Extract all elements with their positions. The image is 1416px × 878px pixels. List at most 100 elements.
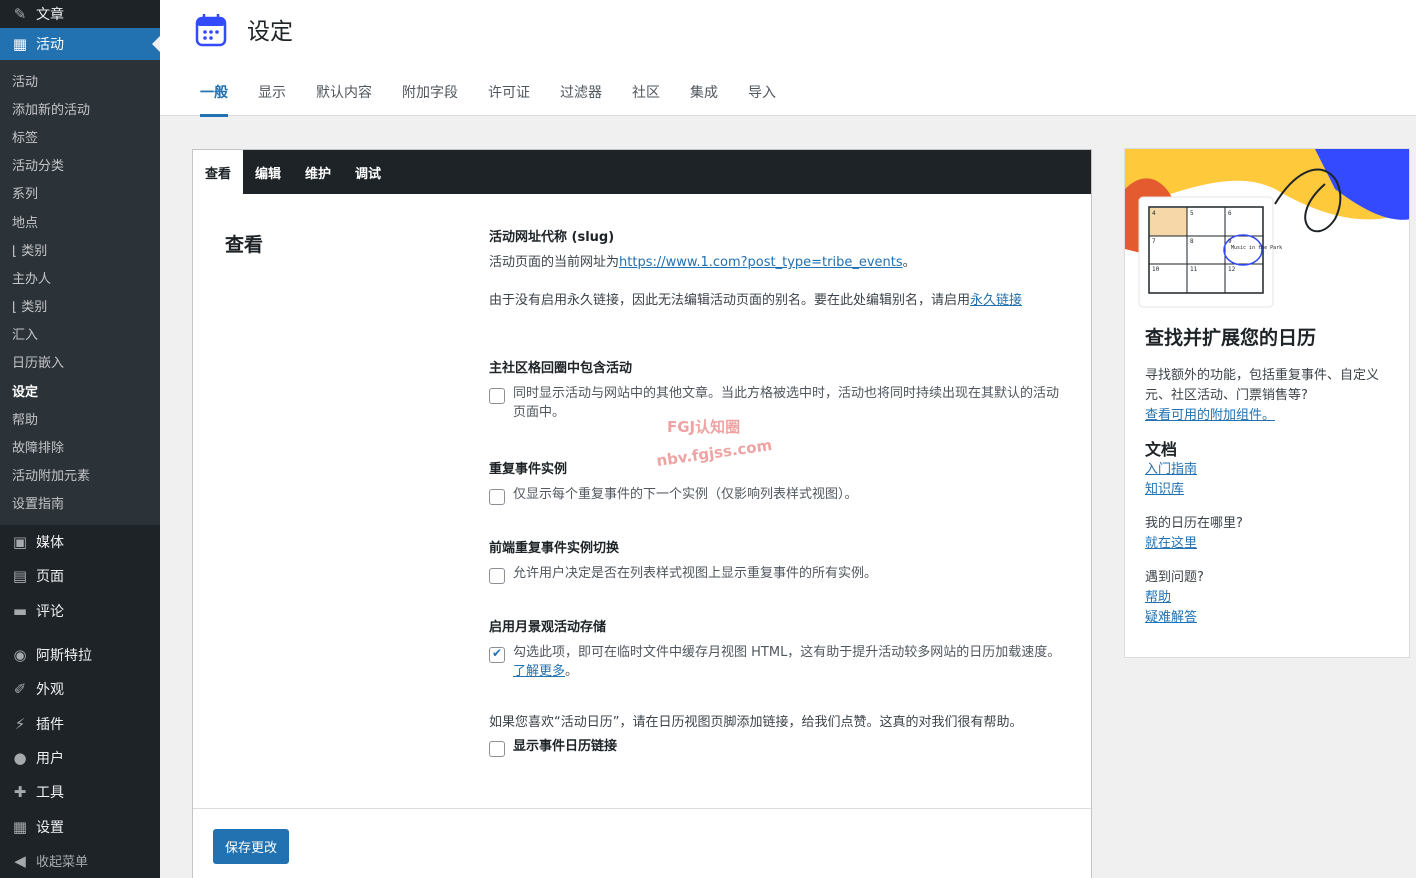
- submenu-item-help[interactable]: 帮助: [0, 404, 160, 432]
- slug-label: 活动网址代称 (slug): [489, 230, 615, 245]
- section-title: 查看: [225, 234, 264, 256]
- tab-licenses[interactable]: 许可证: [488, 82, 530, 117]
- slug-description: 活动页面的当前网址为https://www.1.com?post_type=tr…: [489, 255, 916, 270]
- subtab-debugging[interactable]: 调试: [343, 150, 393, 194]
- submenu-item-tags[interactable]: 标签: [0, 122, 160, 150]
- tab-filters[interactable]: 过滤器: [560, 82, 602, 117]
- learn-more-link[interactable]: 了解更多: [513, 664, 565, 679]
- plugin-icon: ⚡: [14, 714, 26, 733]
- troubleshoot-link[interactable]: 疑难解答: [1145, 610, 1197, 625]
- collapse-label: 收起菜单: [36, 855, 89, 871]
- main-loop-text: 同时显示活动与网站中的其他文章。当此方格被选中时，活动也将同时持续出现在其默认的…: [513, 386, 1060, 420]
- tab-default-content[interactable]: 默认内容: [316, 82, 372, 117]
- sidebar-item-label: 插件: [36, 716, 64, 733]
- credit-note: 如果您喜欢“活动日历”，请在日历视图页脚添加链接，给我们点赞。这真的对我们很有帮…: [489, 715, 1023, 730]
- events-submenu: 活动 添加新的活动 标签 活动分类 系列 地点 ⌊ 类别 主办人 ⌊ 类别 汇入…: [0, 60, 160, 525]
- submenu-item-addons[interactable]: 活动附加元素: [0, 461, 160, 489]
- collapse-icon: ◀: [14, 851, 26, 870]
- media-icon: ▣: [12, 533, 28, 552]
- submenu-item-venue-categories[interactable]: ⌊ 类别: [0, 235, 160, 263]
- submenu-item-troubleshooting[interactable]: 故障排除: [0, 432, 160, 460]
- sidebar-item-astra[interactable]: ◉ 阿斯特拉: [0, 638, 160, 672]
- permalinks-link[interactable]: 永久链接: [970, 293, 1022, 308]
- help-link[interactable]: 帮助: [1145, 590, 1171, 605]
- submenu-item-organizers[interactable]: 主办人: [0, 263, 160, 291]
- sidebar-item-label: 阿斯特拉: [36, 648, 92, 665]
- main-loop-label: 主社区格回圈中包含活动: [489, 361, 633, 376]
- subtab-editing[interactable]: 编辑: [243, 150, 293, 194]
- recurring-checkbox[interactable]: [489, 489, 505, 505]
- sidebar-item-posts[interactable]: ✎ 文章: [0, 0, 160, 28]
- submenu-item-settings[interactable]: 设定: [0, 376, 160, 404]
- sidebar-item-label: 外观: [36, 682, 64, 699]
- watermark-title: FGJ认知圈: [667, 418, 741, 436]
- submenu-item-organizer-categories[interactable]: ⌊ 类别: [0, 292, 160, 320]
- calendar-logo-icon: [195, 14, 227, 47]
- submenu-item-series[interactable]: 系列: [0, 179, 160, 207]
- sidebar-item-settings[interactable]: ▦ 设置: [0, 809, 160, 843]
- recurring-label: 重复事件实例: [489, 462, 568, 477]
- sidebar-item-comments[interactable]: ▬ 评论: [0, 594, 160, 628]
- svg-text:12: 12: [1228, 266, 1236, 273]
- tab-community[interactable]: 社区: [632, 82, 660, 117]
- sidebar-item-appearance[interactable]: ✐ 外观: [0, 672, 160, 706]
- subtabs-bar: 查看 编辑 维护 调试: [193, 150, 1091, 194]
- settings-icon: ▦: [12, 817, 28, 836]
- svg-text:7: 7: [1152, 238, 1156, 245]
- sidebar-item-pages[interactable]: ▤ 页面: [0, 559, 160, 593]
- events-url-link[interactable]: https://www.1.com?post_type=tribe_events: [619, 255, 903, 270]
- getting-started-link[interactable]: 入门指南: [1145, 462, 1197, 477]
- knowledgebase-link[interactable]: 知识库: [1145, 482, 1184, 497]
- tab-import[interactable]: 导入: [748, 82, 776, 117]
- recurring-text: 仅显示每个重复事件的下一个实例（仅影响列表样式视图）。: [513, 487, 858, 502]
- show-link-label: 显示事件日历链接: [513, 739, 618, 754]
- frontend-toggle-checkbox[interactable]: [489, 568, 505, 584]
- card-intro: 寻找额外的功能，包括重复事件、自定义元、社区活动、门票销售等?: [1145, 368, 1380, 403]
- tab-display[interactable]: 显示: [258, 82, 286, 117]
- collapse-menu-button[interactable]: ◀ 收起菜单: [0, 844, 160, 878]
- month-cache-checkbox[interactable]: [489, 646, 505, 663]
- sidebar-item-label: 页面: [36, 569, 64, 586]
- permalink-note: 由于没有启用永久链接，因此无法编辑活动页面的别名。要在此处编辑别名，请启用永久链…: [489, 293, 1023, 308]
- tab-general[interactable]: 一般: [200, 82, 228, 117]
- svg-text:9: 9: [1228, 238, 1232, 245]
- tab-additional-fields[interactable]: 附加字段: [402, 82, 458, 117]
- page-title: 设定: [247, 19, 293, 45]
- admin-sidebar: ✎ 文章 ▦ 活动 活动 添加新的活动 标签 活动分类 系列 地点 ⌊ 类别 主…: [0, 0, 160, 878]
- tab-integrations[interactable]: 集成: [690, 82, 718, 117]
- sidebar-item-media[interactable]: ▣ 媒体: [0, 525, 160, 559]
- submenu-item-events[interactable]: 活动: [0, 66, 160, 94]
- svg-text:11: 11: [1190, 266, 1198, 273]
- comment-icon: ▬: [12, 601, 28, 620]
- submenu-item-setup-guide[interactable]: 设置指南: [0, 489, 160, 517]
- sidebar-item-label: 活动: [36, 37, 64, 53]
- submenu-item-add-event[interactable]: 添加新的活动: [0, 94, 160, 122]
- submenu-item-import[interactable]: 汇入: [0, 320, 160, 348]
- submenu-item-calendar-embed[interactable]: 日历嵌入: [0, 348, 160, 376]
- subtab-maintenance[interactable]: 维护: [293, 150, 343, 194]
- main-loop-checkbox[interactable]: [489, 388, 505, 404]
- save-button[interactable]: 保存更改: [213, 829, 290, 864]
- svg-text:4: 4: [1152, 210, 1156, 217]
- svg-text:8: 8: [1190, 238, 1194, 245]
- pin-icon: ✎: [13, 5, 27, 23]
- sidebar-item-tools[interactable]: ✚ 工具: [0, 775, 160, 809]
- show-link-checkbox[interactable]: [489, 741, 505, 757]
- extend-calendar-card: 4 5 6 7 8 9 10 11 12 Music in the Park 查…: [1124, 148, 1410, 658]
- brush-icon: ✐: [13, 680, 27, 699]
- calendar-illustration: 4 5 6 7 8 9 10 11 12 Music in the Park: [1125, 149, 1409, 308]
- addons-link[interactable]: 查看可用的附加组件。: [1145, 408, 1275, 423]
- sidebar-item-users[interactable]: ● 用户: [0, 741, 160, 775]
- card-title: 查找并扩展您的日历: [1145, 327, 1317, 349]
- sidebar-item-events[interactable]: ▦ 活动: [0, 28, 160, 60]
- right-here-link[interactable]: 就在这里: [1145, 536, 1197, 551]
- subtab-viewing[interactable]: 查看: [193, 150, 244, 194]
- mini-event-label: Music in the Park: [1231, 245, 1282, 251]
- problem-question: 遇到问题?: [1145, 570, 1204, 585]
- settings-fields: 活动网址代称 (slug) 活动页面的当前网址为https://www.1.co…: [489, 226, 1064, 757]
- submenu-item-categories[interactable]: 活动分类: [0, 151, 160, 179]
- docs-heading: 文档: [1145, 440, 1178, 459]
- submenu-item-venues[interactable]: 地点: [0, 207, 160, 235]
- sidebar-item-plugins[interactable]: ⚡ 插件: [0, 706, 160, 740]
- astra-icon: ◉: [13, 646, 27, 665]
